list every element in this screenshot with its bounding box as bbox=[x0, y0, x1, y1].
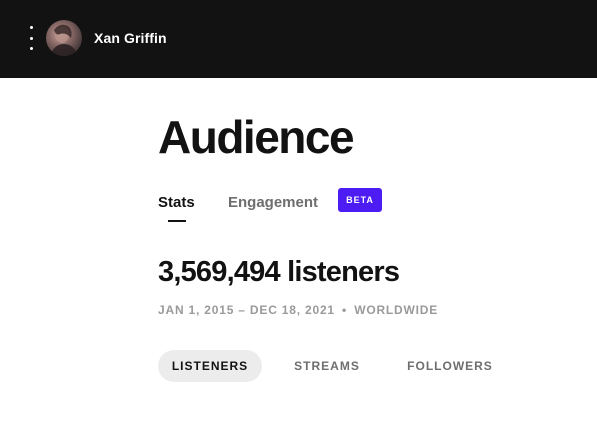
date-range-and-region: JAN 1, 2015 – DEC 18, 2021 • WORLDWIDE bbox=[158, 303, 438, 317]
date-range: JAN 1, 2015 – DEC 18, 2021 bbox=[158, 303, 335, 317]
page-title: Audience bbox=[158, 111, 355, 163]
region-label: WORLDWIDE bbox=[354, 303, 439, 317]
tab-stats[interactable]: Stats bbox=[158, 194, 195, 211]
artist-name[interactable]: Xan Griffin bbox=[94, 30, 167, 46]
artist-avatar[interactable] bbox=[46, 20, 82, 56]
tab-engagement[interactable]: Engagement bbox=[228, 194, 318, 211]
metric-toggle: LISTENERS STREAMS FOLLOWERS bbox=[158, 350, 578, 382]
separator-dot: • bbox=[342, 303, 348, 317]
kebab-menu-icon[interactable] bbox=[24, 26, 38, 50]
listener-count: 3,569,494 listeners bbox=[158, 256, 400, 288]
avatar-image bbox=[50, 24, 78, 56]
audience-tabs: Stats Engagement BETA bbox=[158, 188, 458, 224]
menu-dot bbox=[29, 26, 33, 29]
beta-badge: BETA bbox=[338, 188, 382, 212]
menu-dot bbox=[29, 36, 33, 40]
menu-dot bbox=[29, 47, 33, 50]
listeners-pill[interactable]: LISTENERS bbox=[158, 350, 262, 382]
streams-pill[interactable]: STREAMS bbox=[284, 350, 370, 382]
top-bar: Xan Griffin bbox=[0, 0, 597, 78]
active-tab-indicator bbox=[168, 220, 186, 222]
followers-pill[interactable]: FOLLOWERS bbox=[398, 350, 502, 382]
